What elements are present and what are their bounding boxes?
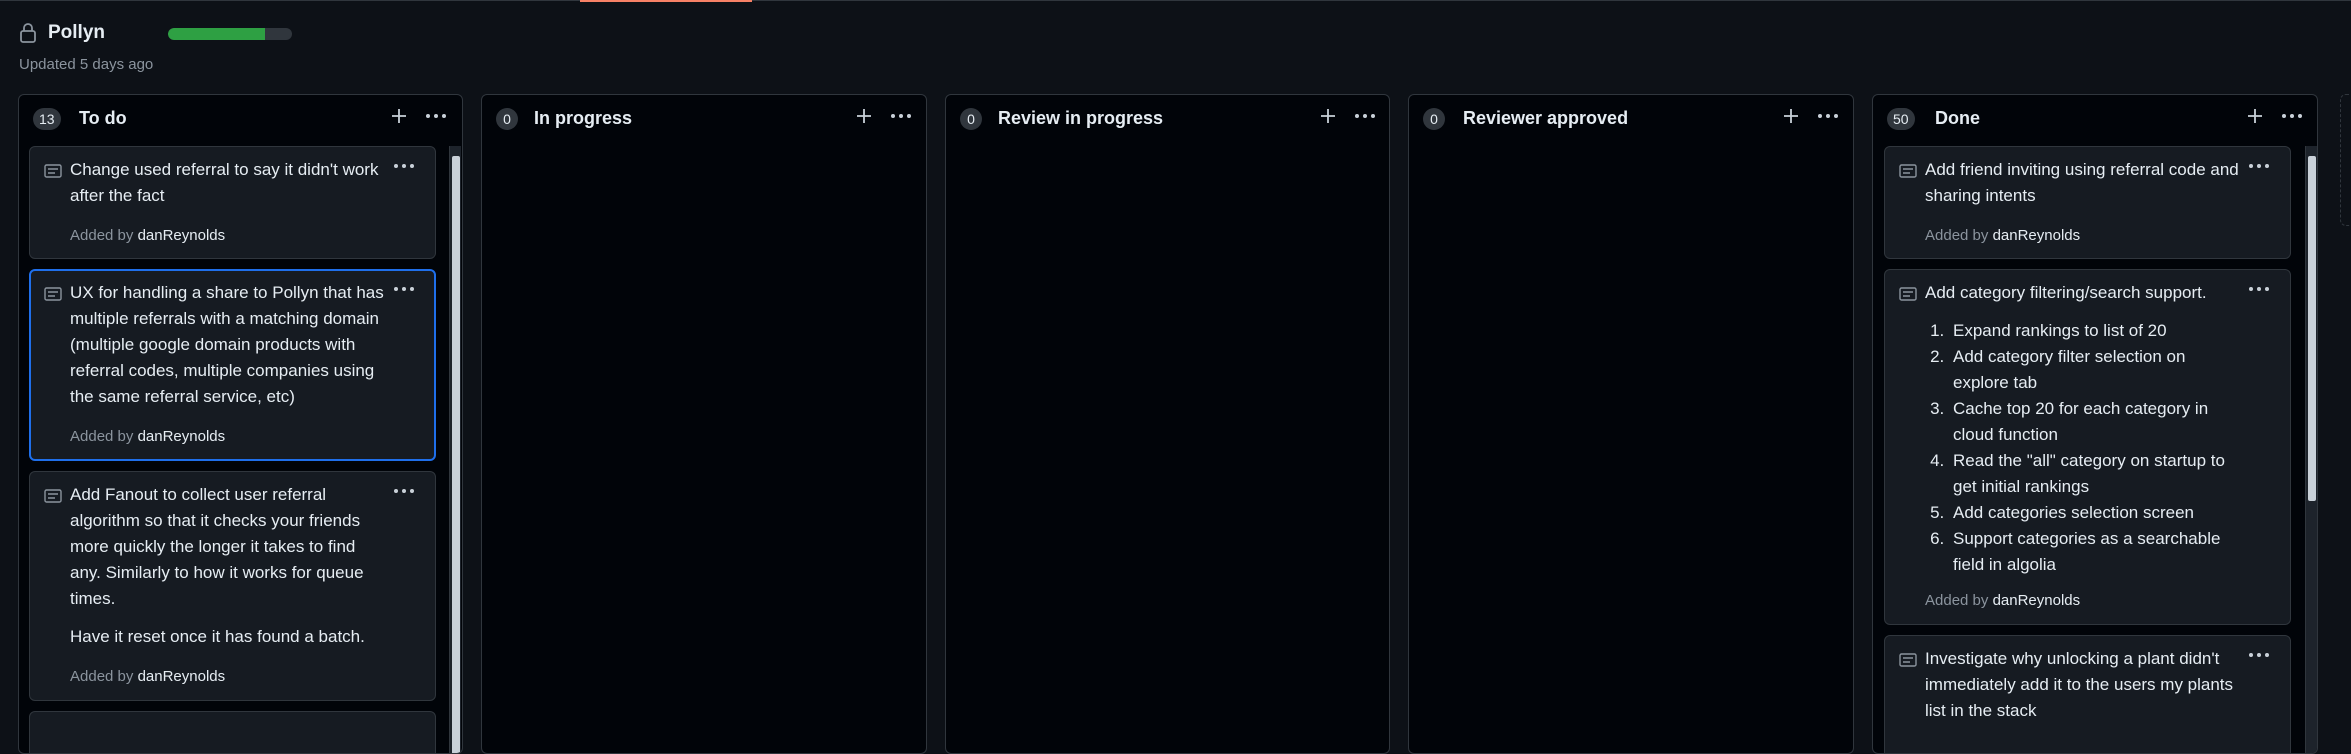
note-icon <box>1899 164 1917 178</box>
author-link[interactable]: danReynolds <box>138 668 226 685</box>
project-title[interactable]: Pollyn <box>48 22 105 44</box>
column-title: To do <box>79 108 127 128</box>
top-border <box>0 0 2351 1</box>
card-ux-share-multiple-referrals[interactable]: UX for handling a share to Pollyn that h… <box>29 269 436 461</box>
card-note-text: UX for handling a share to Pollyn that h… <box>70 283 384 406</box>
column-card-count: 50 <box>1887 108 1915 130</box>
column-scrollbar[interactable] <box>449 146 461 753</box>
card-note-text: Add category filtering/search support. <box>1925 283 2207 302</box>
card-menu-kebab-icon[interactable] <box>390 159 418 173</box>
column-menu-kebab-icon[interactable] <box>1814 103 1842 129</box>
card-category-filtering[interactable]: Add category filtering/search support. E… <box>1884 269 2291 625</box>
list-item: Expand rankings to list of 20 <box>1949 318 2245 344</box>
added-by-label: Added by <box>70 668 134 685</box>
add-column-placeholder[interactable] <box>2340 94 2351 226</box>
note-icon <box>1899 653 1917 667</box>
column-header: 13 To do <box>19 95 462 141</box>
column-card-count: 0 <box>1423 108 1445 130</box>
column-header: 0 In progress <box>482 95 926 141</box>
note-icon <box>44 164 62 178</box>
card-note-text-secondary: Have it reset once it has found a batch. <box>70 627 365 646</box>
add-card-plus-icon[interactable] <box>1778 103 1804 129</box>
card-add-fanout[interactable]: Add Fanout to collect user referral algo… <box>29 471 436 701</box>
list-item: Add category filter selection on explore… <box>1949 344 2245 396</box>
card-note-body: Add Fanout to collect user referral algo… <box>70 482 390 650</box>
column-in-progress: 0 In progress <box>481 94 927 754</box>
note-icon <box>44 287 62 301</box>
lock-icon <box>20 23 36 43</box>
author-link[interactable]: danReynolds <box>138 428 226 445</box>
added-by-label: Added by <box>1925 227 1989 244</box>
card-note-text: Add Fanout to collect user referral algo… <box>70 485 364 608</box>
card-menu-kebab-icon[interactable] <box>390 282 418 296</box>
list-item: Add categories selection screen <box>1949 500 2245 526</box>
list-item: Cache top 20 for each category in cloud … <box>1949 396 2245 448</box>
card-menu-kebab-icon[interactable] <box>390 484 418 498</box>
list-item: Read the "all" category on startup to ge… <box>1949 448 2245 500</box>
card-menu-kebab-icon[interactable] <box>2245 159 2273 173</box>
column-done: 50 Done Add friend inviting using referr… <box>1872 94 2318 754</box>
column-header: 0 Reviewer approved <box>1409 95 1853 141</box>
active-tab-indicator <box>580 0 752 2</box>
column-title: Reviewer approved <box>1463 108 1629 128</box>
card-investigate-unlocking-plant[interactable]: Investigate why unlocking a plant didn't… <box>1884 635 2291 753</box>
list-item: Support categories as a searchable field… <box>1949 526 2245 578</box>
author-link[interactable]: danReynolds <box>1993 592 2081 609</box>
column-menu-kebab-icon[interactable] <box>2278 103 2306 129</box>
column-title: Done <box>1935 108 1980 128</box>
updated-timestamp: Updated 5 days ago <box>19 56 154 73</box>
scrollbar-thumb[interactable] <box>452 156 460 753</box>
card-note-text: Add friend inviting using referral code … <box>1925 160 2239 205</box>
column-scrollbar[interactable] <box>2305 146 2317 753</box>
card-add-friend-inviting[interactable]: Add friend inviting using referral code … <box>1884 146 2291 259</box>
column-menu-kebab-icon[interactable] <box>887 103 915 129</box>
column-card-count: 0 <box>960 108 982 130</box>
add-card-plus-icon[interactable] <box>2242 103 2268 129</box>
card-note-text: Change used referral to say it didn't wo… <box>70 160 379 205</box>
column-menu-kebab-icon[interactable] <box>1351 103 1379 129</box>
card-note-body: Add category filtering/search support. E… <box>1925 280 2245 578</box>
project-progress-bar <box>168 28 292 40</box>
added-by-label: Added by <box>70 227 134 244</box>
card-added-by: Added by danReynolds <box>1925 227 2080 244</box>
column-review-in-progress: 0 Review in progress <box>945 94 1390 754</box>
author-link[interactable]: danReynolds <box>138 227 226 244</box>
card-added-by: Added by danReynolds <box>70 428 225 445</box>
column-menu-kebab-icon[interactable] <box>422 103 450 129</box>
card-added-by: Added by danReynolds <box>70 227 225 244</box>
column-card-count: 13 <box>33 108 61 130</box>
column-title: In progress <box>534 108 633 128</box>
card-menu-kebab-icon[interactable] <box>2245 648 2273 662</box>
card-note-text: Investigate why unlocking a plant didn't… <box>1925 649 2234 720</box>
column-reviewer-approved: 0 Reviewer approved <box>1408 94 1854 754</box>
project-header: Pollyn Updated 5 days ago <box>18 18 618 78</box>
add-card-plus-icon[interactable] <box>1315 103 1341 129</box>
note-icon <box>44 489 62 503</box>
card-added-by: Added by danReynolds <box>70 668 225 685</box>
card-added-by: Added by danReynolds <box>1925 592 2080 609</box>
column-to-do: 13 To do Change used referral to say it … <box>18 94 463 754</box>
add-card-plus-icon[interactable] <box>851 103 877 129</box>
note-icon <box>1899 287 1917 301</box>
column-header: 0 Review in progress <box>946 95 1389 141</box>
card-menu-kebab-icon[interactable] <box>2245 282 2273 296</box>
column-header: 50 Done <box>1873 95 2317 141</box>
column-title: Review in progress <box>998 108 1164 128</box>
card-checklist: Expand rankings to list of 20 Add catego… <box>1925 318 2245 578</box>
column-card-count: 0 <box>496 108 518 130</box>
added-by-label: Added by <box>1925 592 1989 609</box>
scrollbar-thumb[interactable] <box>2308 156 2316 501</box>
progress-fill <box>168 28 265 40</box>
add-card-plus-icon[interactable] <box>386 103 412 129</box>
card-partial[interactable] <box>29 711 436 753</box>
author-link[interactable]: danReynolds <box>1993 227 2081 244</box>
card-change-used-referral[interactable]: Change used referral to say it didn't wo… <box>29 146 436 259</box>
added-by-label: Added by <box>70 428 134 445</box>
